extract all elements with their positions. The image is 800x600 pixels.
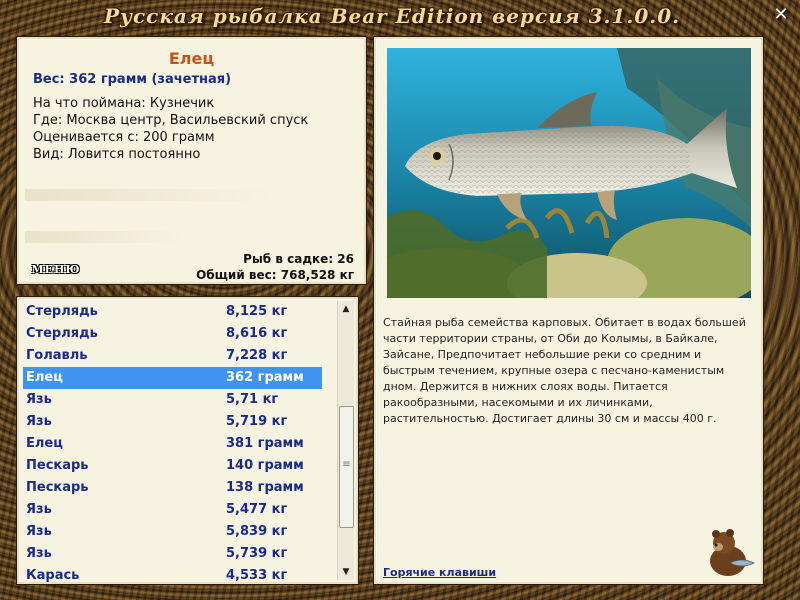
catch-fish-name: Елец (26, 436, 63, 451)
catch-list-row[interactable]: Карась 4,533 кг (23, 565, 322, 583)
catch-list-row[interactable]: Елец 362 грамм (23, 367, 322, 389)
fish-photo (387, 48, 751, 298)
total-weight: Общий вес: 768,528 кг (196, 268, 354, 282)
catch-list-row[interactable]: Елец 381 грамм (23, 433, 322, 455)
menu-button[interactable]: МЕНЮ (27, 263, 85, 277)
hotkeys-link[interactable]: Горячие клавиши (383, 566, 496, 579)
catch-list-row[interactable]: Пескарь 140 грамм (23, 455, 322, 477)
catch-list-row[interactable]: Язь 5,719 кг (23, 411, 322, 433)
catch-fish-weight: 5,477 кг (226, 502, 288, 517)
rating-line: Оценивается с: 200 грамм (33, 130, 215, 145)
catch-fish-name: Стерлядь (26, 326, 98, 341)
catch-info-panel: Елец Вес: 362 грамм (зачетная) На что по… (17, 37, 366, 284)
catch-details: На что поймана: Кузнечик Где: Москва цен… (33, 95, 308, 163)
catch-fish-weight: 140 грамм (226, 458, 304, 473)
catch-list-row[interactable]: Язь 5,71 кг (23, 389, 322, 411)
catch-list-row[interactable]: Язь 5,839 кг (23, 521, 322, 543)
scroll-down-icon[interactable]: ▼ (338, 564, 354, 580)
catch-fish-weight: 5,719 кг (226, 414, 288, 429)
catch-fish-weight: 381 грамм (226, 436, 304, 451)
catch-list-row[interactable]: Пескарь 138 грамм (23, 477, 322, 499)
place-line: Где: Москва центр, Васильевский спуск (33, 113, 309, 128)
catch-fish-weight: 5,839 кг (226, 524, 288, 539)
bear-logo-icon (700, 529, 756, 577)
catch-fish-name: Язь (26, 502, 52, 517)
catch-fish-name: Пескарь (26, 480, 89, 495)
fish-name: Елец (168, 49, 215, 68)
catch-list[interactable]: Стерлядь 8,125 кг Стерлядь 8,616 кг Голавль 7… (17, 297, 358, 584)
catch-fish-name: Язь (26, 414, 52, 429)
catch-fish-name: Язь (26, 392, 52, 407)
scroll-thumb[interactable] (339, 406, 354, 528)
catch-fish-weight: 8,125 кг (226, 304, 288, 319)
faint-divider (25, 231, 185, 243)
catch-fish-name: Елец (26, 370, 63, 385)
catch-fish-name: Голавль (26, 348, 88, 363)
scroll-up-icon[interactable]: ▲ (338, 301, 354, 317)
window-title: Русская рыбалка Bear Edition версия 3.1.… (104, 4, 681, 28)
catch-fish-name: Язь (26, 546, 52, 561)
type-line: Вид: Ловится постоянно (33, 147, 201, 162)
catch-fish-weight: 5,71 кг (226, 392, 279, 407)
list-scrollbar[interactable]: ▲ ▼ (337, 301, 354, 580)
catch-fish-weight: 5,739 кг (226, 546, 288, 561)
catch-fish-weight: 362 грамм (226, 370, 304, 385)
catch-fish-weight: 8,616 кг (226, 326, 288, 341)
close-icon[interactable]: ✕ (770, 4, 792, 26)
fish-weight: Вес: 362 грамм (зачетная) (33, 72, 232, 87)
cage-summary: Рыб в садке: 26 Общий вес: 768,528 кг (196, 251, 354, 283)
catch-fish-weight: 138 грамм (226, 480, 304, 495)
catch-fish-weight: 4,533 кг (226, 568, 288, 583)
catch-list-row[interactable]: Язь 5,739 кг (23, 543, 322, 565)
catch-list-row[interactable]: Голавль 7,228 кг (23, 345, 322, 367)
bait-line: На что поймана: Кузнечик (33, 96, 215, 111)
catch-fish-name: Стерлядь (26, 304, 98, 319)
catch-fish-name: Пескарь (26, 458, 89, 473)
catch-fish-name: Язь (26, 524, 52, 539)
catch-fish-weight: 7,228 кг (226, 348, 288, 363)
faint-divider (25, 189, 275, 201)
catch-list-row[interactable]: Язь 5,477 кг (23, 499, 322, 521)
fish-description: Стайная рыба семейства карповых. Обитает… (383, 316, 746, 425)
catch-fish-name: Карась (26, 568, 80, 583)
catch-list-row[interactable]: Стерлядь 8,616 кг (23, 323, 322, 345)
fish-description-panel: Стайная рыба семейства карповых. Обитает… (374, 37, 763, 584)
catch-list-row[interactable]: Стерлядь 8,125 кг (23, 301, 322, 323)
cage-count: Рыб в садке: 26 (243, 252, 354, 266)
